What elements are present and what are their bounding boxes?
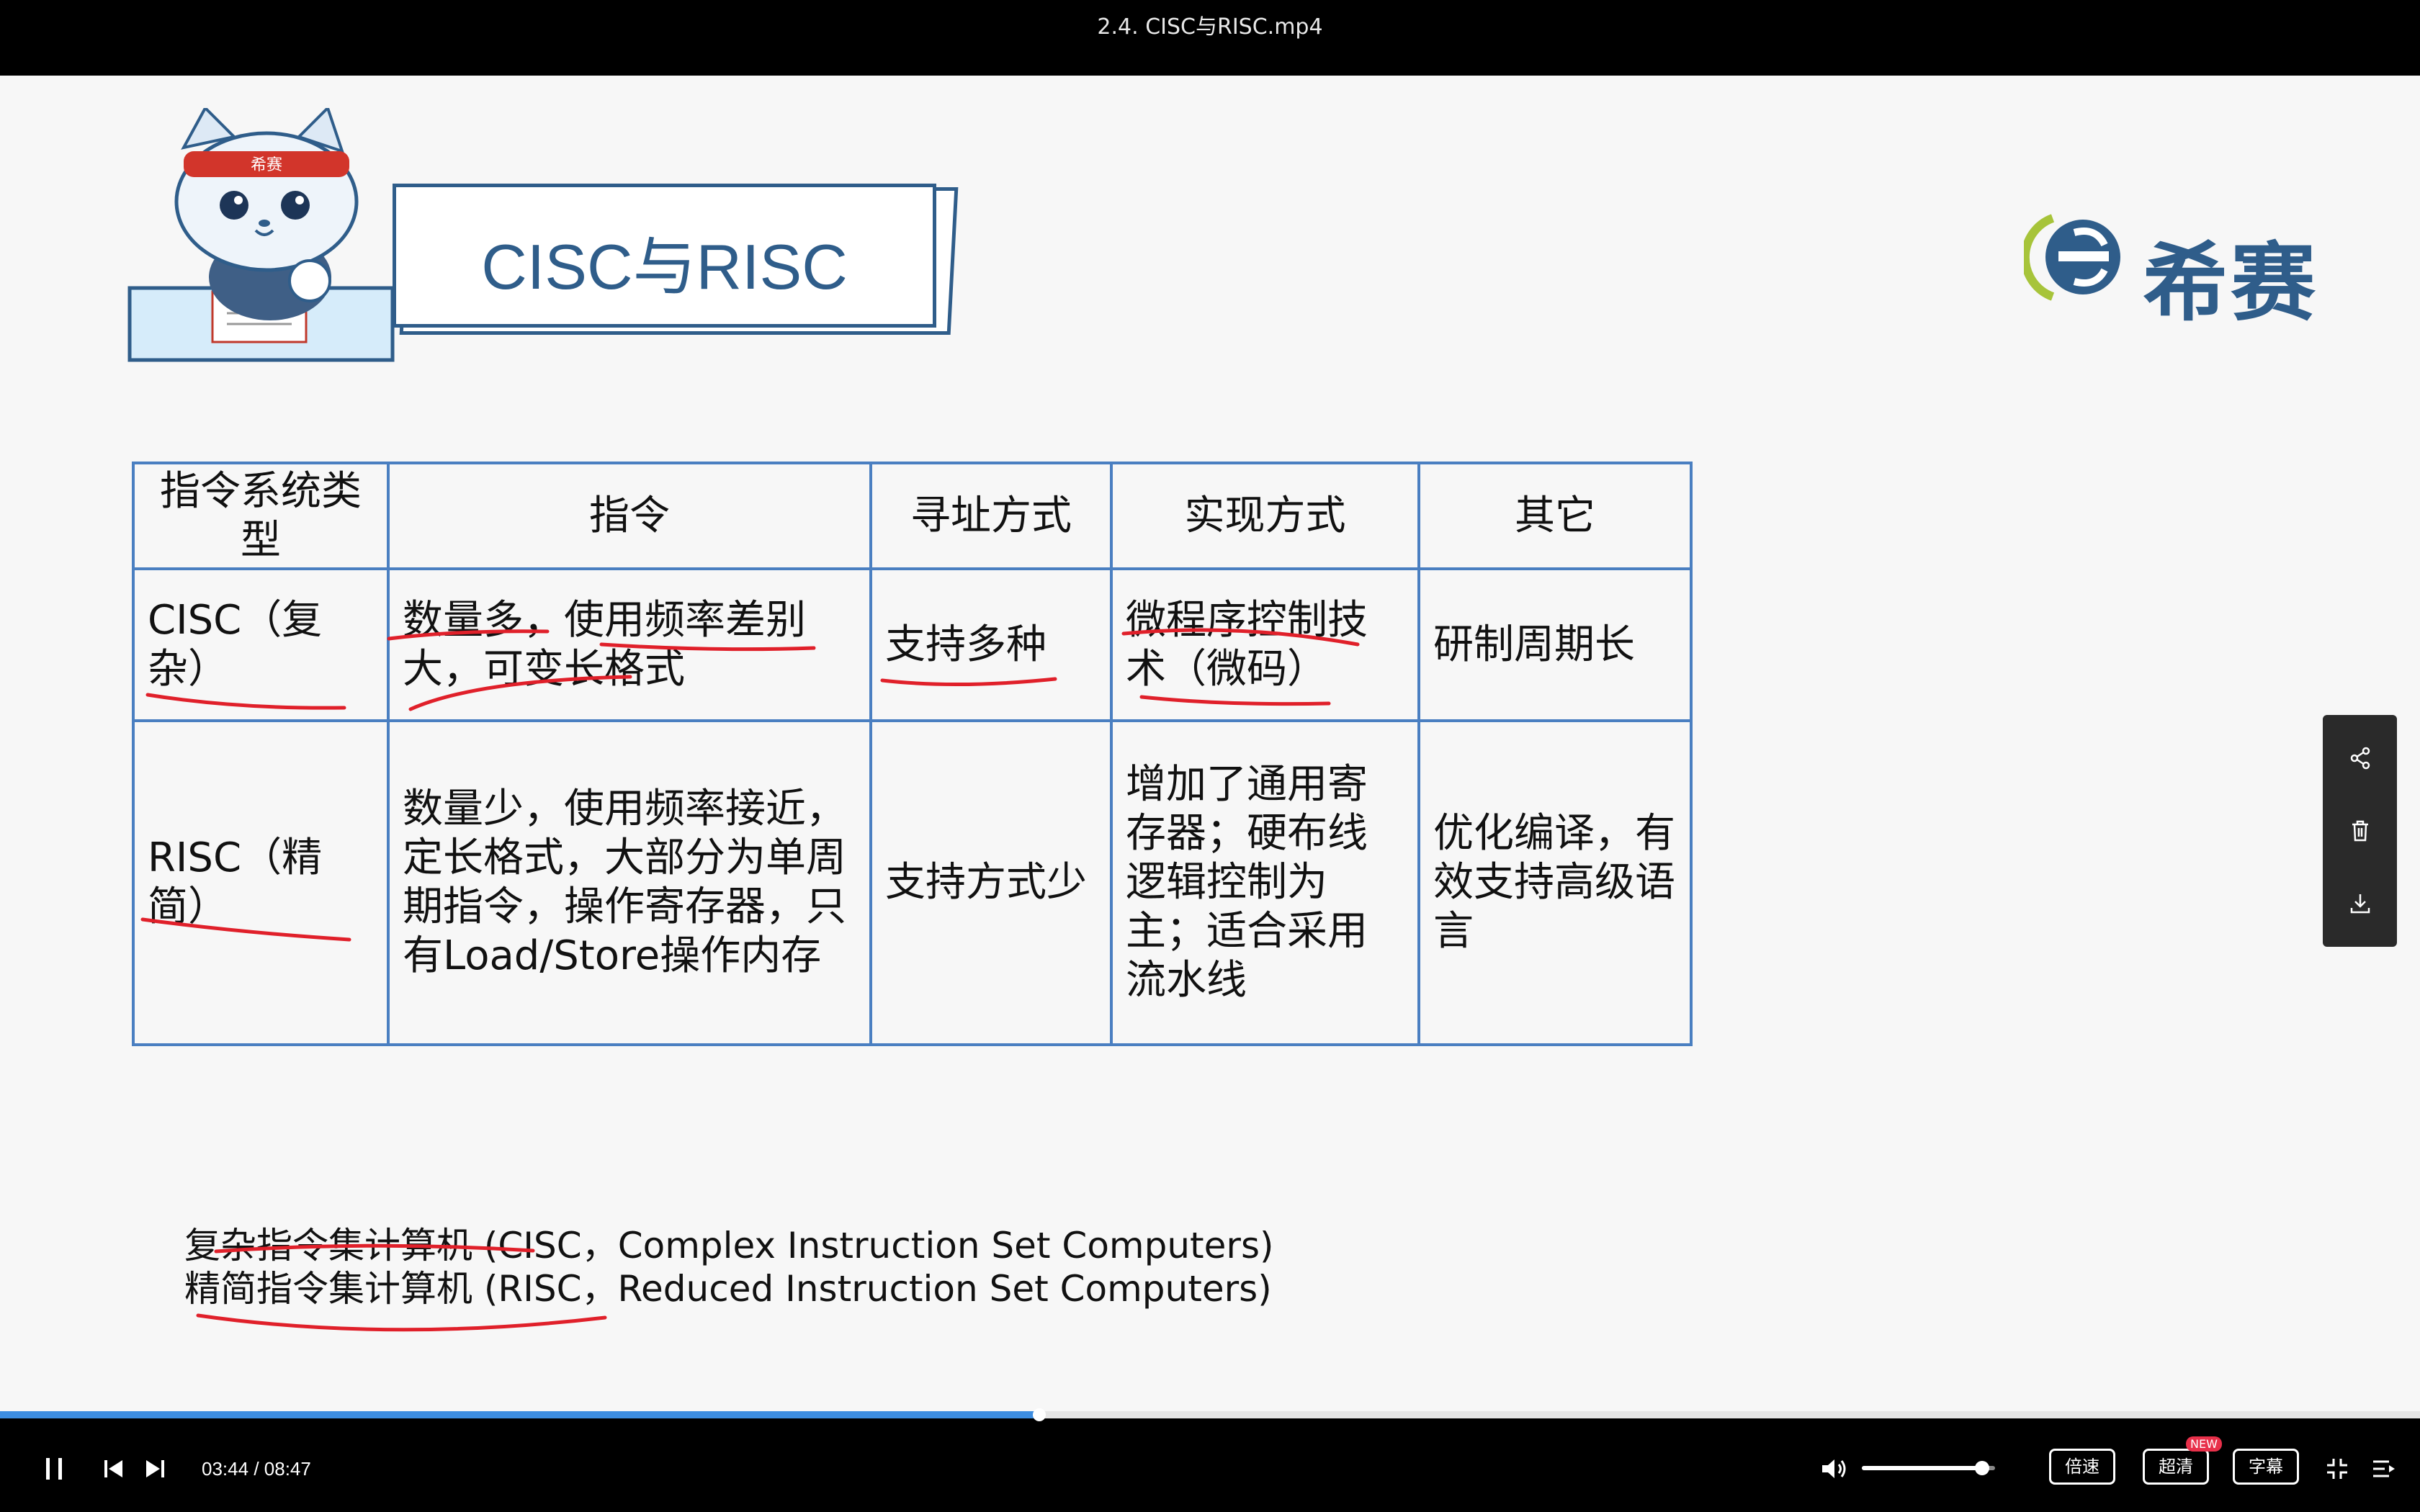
playlist-button[interactable]: [2370, 1451, 2398, 1487]
column-header: 实现方式: [1110, 462, 1420, 570]
player-controls: 03:44 / 08:47 倍速 超清 NEW 字幕: [0, 1436, 2420, 1512]
speaker-icon: [1822, 1459, 1846, 1478]
volume-button[interactable]: [1819, 1451, 1850, 1487]
slide-title: CISC与RISC: [481, 231, 848, 302]
table-row: RISC（精简） 数量少，使用频率接近，定长格式，大部分为单周期指令，操作寄存器…: [132, 719, 1693, 1046]
title-bar: 2.4. CISC与RISC.mp4: [0, 0, 2420, 76]
duration: 08:47: [264, 1458, 311, 1480]
quality-button[interactable]: 超清: [2143, 1449, 2209, 1485]
cat-mascot-illustration: 希赛: [127, 108, 395, 362]
new-badge: NEW: [2186, 1436, 2222, 1452]
table-cell: 优化编译，有效支持高级语言: [1417, 719, 1693, 1046]
volume-slider[interactable]: [1862, 1461, 1995, 1475]
delete-icon: [2352, 820, 2368, 842]
exit-fullscreen-button[interactable]: [2323, 1451, 2352, 1487]
table-row: CISC（复杂） 数量多，使用频率差别大，可变长格式 支持多种 微程序控制技术（…: [132, 567, 1693, 722]
column-header: 指令系统类型: [132, 462, 390, 570]
brand-logo: 希赛: [2024, 205, 2341, 333]
previous-button[interactable]: [99, 1451, 128, 1487]
title-banner: CISC与RISC: [393, 184, 936, 328]
column-header: 其它: [1417, 462, 1693, 570]
share-icon: [2350, 747, 2370, 770]
table-cell: 数量少，使用频率接近，定长格式，大部分为单周期指令，操作寄存器，只有Load/S…: [387, 719, 872, 1046]
footnotes: 复杂指令集计算机 (CISC，Complex Instruction Set C…: [184, 1224, 1274, 1310]
footnote-line: 复杂指令集计算机 (CISC，Complex Instruction Set C…: [184, 1225, 1274, 1266]
playlist-icon: [2373, 1460, 2395, 1477]
table-cell: RISC（精简）: [132, 719, 390, 1046]
volume-level: [1862, 1466, 1982, 1470]
current-time: 03:44: [202, 1458, 249, 1480]
next-button[interactable]: [140, 1451, 169, 1487]
download-icon: [2350, 894, 2370, 914]
column-header: 寻址方式: [869, 462, 1113, 570]
table-cell: 支持方式少: [869, 719, 1113, 1046]
delete-button[interactable]: [2323, 795, 2397, 867]
seek-bar-progress: [0, 1411, 1040, 1418]
video-title: 2.4. CISC与RISC.mp4: [1097, 14, 1323, 40]
skip-previous-icon: [104, 1460, 122, 1477]
volume-handle[interactable]: [1974, 1461, 1989, 1475]
side-action-panel: [2323, 715, 2397, 947]
footnote-line: 精简指令集计算机 (RISC，Reduced Instruction Set C…: [184, 1268, 1272, 1310]
pause-button[interactable]: [40, 1451, 68, 1487]
table-cell: 增加了通用寄存器；硬布线逻辑控制为主；适合采用流水线: [1110, 719, 1420, 1046]
table-cell: 研制周期长: [1417, 567, 1693, 722]
comparison-table: 指令系统类型 指令 寻址方式 实现方式 其它 CISC（复杂） 数量多，使用频率…: [132, 462, 1693, 1046]
seek-bar[interactable]: [0, 1408, 2420, 1421]
video-frame[interactable]: 希赛 CISC与RISC 希赛 指令系统类型 指令 寻址方式 实现方式 其它 C…: [0, 76, 2420, 1411]
pause-icon: [46, 1458, 62, 1480]
cat-headband-label: 希赛: [251, 156, 282, 174]
playback-speed-button[interactable]: 倍速: [2049, 1449, 2115, 1485]
download-button[interactable]: [2323, 868, 2397, 940]
table-cell: 数量多，使用频率差别大，可变长格式: [387, 567, 872, 722]
skip-next-icon: [146, 1460, 164, 1477]
table-cell: 微程序控制技术（微码）: [1110, 567, 1420, 722]
table-header-row: 指令系统类型 指令 寻址方式 实现方式 其它: [132, 462, 1693, 570]
time-separator: /: [254, 1458, 259, 1480]
seek-handle[interactable]: [1033, 1408, 1047, 1421]
subtitles-button[interactable]: 字幕: [2233, 1449, 2299, 1485]
share-button[interactable]: [2323, 722, 2397, 794]
exit-fullscreen-icon: [2327, 1459, 2347, 1479]
table-cell: CISC（复杂）: [132, 567, 390, 722]
logo-mark-icon: [2024, 214, 2120, 301]
logo-text: 希赛: [2143, 233, 2319, 333]
time-display: 03:44 / 08:47: [202, 1451, 311, 1487]
column-header: 指令: [387, 462, 872, 570]
table-cell: 支持多种: [869, 567, 1113, 722]
